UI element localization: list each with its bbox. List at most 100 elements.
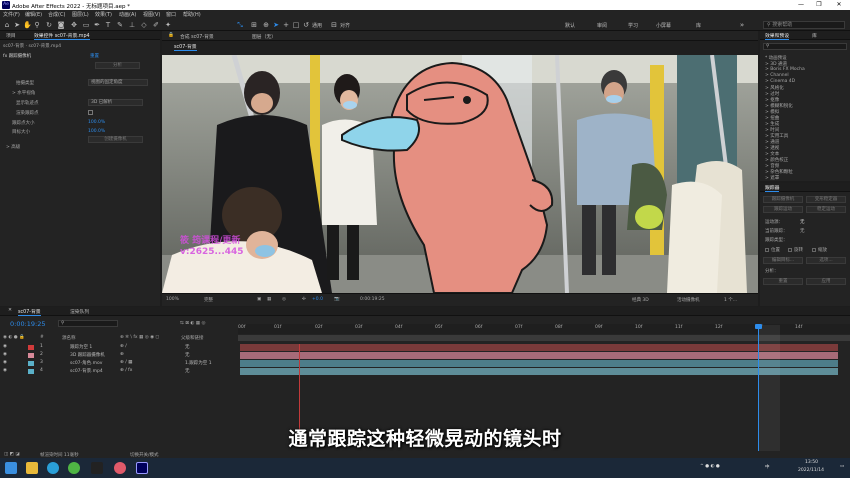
scale-checkbox[interactable] <box>812 248 816 252</box>
visibility-eye-icon[interactable]: ◉ <box>3 344 7 349</box>
tab-effects-presets[interactable]: 效果和预设 <box>765 32 789 40</box>
layer-row[interactable]: ◉ 2 3D 跟踪器摄像机 ⊕ 无 <box>0 352 238 360</box>
parent-dropdown[interactable]: 无 <box>185 352 190 358</box>
notifications-icon[interactable]: ▭ <box>840 464 844 469</box>
layer-name[interactable]: sc07-角色.mov <box>70 360 102 366</box>
layer-bar-character[interactable] <box>240 360 838 367</box>
visibility-eye-icon[interactable]: ◉ <box>3 368 7 373</box>
menu-view[interactable]: 视图(V) <box>143 11 160 18</box>
rotate-tool-icon[interactable]: ↻ <box>45 21 53 29</box>
add-icon[interactable]: + <box>282 21 290 29</box>
transparency-grid-icon[interactable]: ▦ <box>267 297 271 302</box>
home-icon[interactable]: ⌂ <box>3 21 11 29</box>
effect-category-4[interactable]: > Cinema 4D <box>765 79 795 84</box>
hand-tool-icon[interactable]: ✋ <box>23 21 32 29</box>
create-camera-button[interactable]: 创建摄像机 <box>88 136 143 143</box>
pan-behind-tool-icon[interactable]: ✥ <box>70 21 78 29</box>
layer-color-label[interactable] <box>28 369 34 374</box>
clock-time[interactable]: 13:50 <box>805 460 818 465</box>
camera-dropdown[interactable]: 活动摄像机 <box>677 297 700 303</box>
brush-tool-icon[interactable]: ✎ <box>116 21 124 29</box>
track-camera-button[interactable]: 跟踪摄像机 <box>763 196 803 203</box>
selection-active-icon[interactable]: ➤ <box>272 21 280 29</box>
track-motion-button[interactable]: 跟踪运动 <box>763 206 803 213</box>
tab-libraries[interactable]: 库 <box>812 32 817 39</box>
effect-reset-link[interactable]: 重置 <box>90 53 99 59</box>
rectangle-tool-icon[interactable]: ▭ <box>82 21 90 29</box>
layer-name[interactable]: sc07-背景.mp4 <box>70 368 103 374</box>
layer-bar-camera[interactable] <box>240 352 838 359</box>
layer-bar-null[interactable] <box>240 344 838 351</box>
axis-local-icon[interactable]: ⊞ <box>250 21 258 29</box>
workspace-default[interactable]: 默认 <box>565 22 575 29</box>
timeline-timecode[interactable]: 0:00:19:25 <box>10 320 46 328</box>
lock-icon[interactable]: 🔒 <box>168 33 174 38</box>
workspace-menu-icon[interactable]: » <box>738 21 746 29</box>
zoom-tool-icon[interactable]: ⚲ <box>33 21 41 29</box>
view-layout-dropdown[interactable]: 1 个... <box>724 297 737 303</box>
rotation-checkbox[interactable] <box>788 248 792 252</box>
layer-color-label[interactable] <box>28 345 34 350</box>
shot-type-dropdown[interactable]: 视图的固定角度 <box>88 79 148 86</box>
timeline-switch-icons[interactable]: ⇆ ⊠ ◐ ▦ ◎ <box>180 321 205 326</box>
current-track-dropdown[interactable]: 无 <box>800 228 805 234</box>
close-button[interactable]: ✕ <box>834 1 844 9</box>
layer-row[interactable]: ◉ 1 跟踪为空 1 ⊕ / 无 <box>0 344 238 352</box>
layer-switches[interactable]: ⊕ <box>120 352 124 357</box>
layer-row[interactable]: ◉ 3 sc07-角色.mov ⊕ / ▦ 1.跟踪为空 1 <box>0 360 238 368</box>
comp-name-tab[interactable]: sc07-背景 <box>174 43 197 51</box>
parent-dropdown[interactable]: 无 <box>185 344 190 350</box>
orbit-icon[interactable]: ↺ <box>302 21 310 29</box>
file-explorer-icon[interactable] <box>26 462 38 474</box>
eraser-tool-icon[interactable]: ◇ <box>140 21 148 29</box>
viewer-timecode[interactable]: 0:00:19:25 <box>360 297 385 302</box>
maximize-button[interactable]: ❐ <box>814 1 824 9</box>
axis-tool-icon[interactable]: ⤡ <box>236 21 244 29</box>
layer-switches[interactable]: ⊕ / fx <box>120 368 132 373</box>
edge-browser-icon[interactable] <box>47 462 59 474</box>
puppet-tool-icon[interactable]: ✦ <box>164 21 172 29</box>
clone-stamp-tool-icon[interactable]: ⊥ <box>128 21 136 29</box>
effect-category-3[interactable]: > Channel <box>765 73 789 78</box>
snap-label[interactable]: 通用 <box>312 22 322 29</box>
parent-dropdown[interactable]: 无 <box>185 368 190 374</box>
menu-animation[interactable]: 动画(A) <box>119 11 136 18</box>
timeline-search-input[interactable]: ⚲ <box>58 320 118 327</box>
workspace-review[interactable]: 审阅 <box>597 22 607 29</box>
wps-icon[interactable] <box>91 462 103 474</box>
menu-file[interactable]: 文件(F) <box>3 11 20 18</box>
after-effects-taskbar-icon[interactable] <box>136 462 148 474</box>
layer-color-label[interactable] <box>28 361 34 366</box>
mask-visibility-icon[interactable]: ◎ <box>282 297 286 302</box>
start-menu-icon[interactable] <box>5 462 17 474</box>
align-label[interactable]: 对齐 <box>340 22 350 29</box>
effects-search-input[interactable]: ⚲ <box>763 43 847 50</box>
effect-category-20[interactable]: > 遮罩 <box>765 175 779 181</box>
workspace-library[interactable]: 库 <box>696 22 701 29</box>
camera-tool-icon[interactable]: ◙ <box>57 21 65 29</box>
tab-project[interactable]: 项目 <box>6 32 16 39</box>
menu-effect[interactable]: 效果(T) <box>95 11 112 18</box>
warp-stabilizer-button[interactable]: 变形稳定器 <box>806 196 846 203</box>
tracker-reset-button[interactable]: 重置 <box>763 278 803 285</box>
advanced-section[interactable]: > 高级 <box>6 144 20 150</box>
edit-target-button[interactable]: 编辑目标... <box>763 257 803 264</box>
tab-composition[interactable]: 合成 sc07-背景 <box>180 33 214 40</box>
close-tab-icon[interactable]: ✕ <box>8 308 12 313</box>
menu-edit[interactable]: 编辑(E) <box>25 11 42 18</box>
system-tray-icons[interactable]: ^ ● ◐ ● <box>700 464 720 469</box>
input-language[interactable]: 中 <box>765 464 770 470</box>
exposure-value[interactable]: +0.0 <box>312 297 323 302</box>
exposure-icon[interactable]: ✣ <box>302 297 306 302</box>
layer-name[interactable]: 跟踪为空 1 <box>70 344 92 350</box>
help-search-input[interactable]: ⚲ 搜索帮助 <box>763 21 845 29</box>
align-icon[interactable]: ⊟ <box>330 21 338 29</box>
square-icon[interactable]: □ <box>292 21 300 29</box>
menu-window[interactable]: 窗口 <box>166 11 176 18</box>
analyze-button[interactable]: 分析 <box>95 62 140 69</box>
track-point-size-value[interactable]: 100.0% <box>88 120 105 125</box>
track-points-dropdown[interactable]: 3D 已解析 <box>88 99 143 106</box>
selection-tool-icon[interactable]: ➤ <box>13 21 21 29</box>
menu-help[interactable]: 帮助(H) <box>183 11 201 18</box>
tab-tracker[interactable]: 跟踪器 <box>765 184 780 192</box>
